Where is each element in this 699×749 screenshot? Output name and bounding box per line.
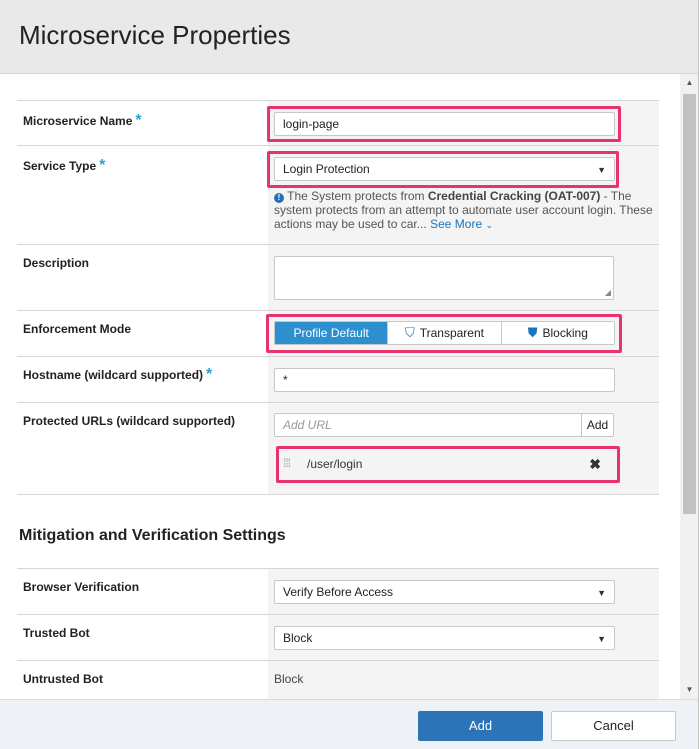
dialog-body: Microservice Name * login-page Service Ty…: [0, 74, 680, 699]
hostname-input[interactable]: *: [274, 368, 615, 392]
field-label: Description: [23, 256, 90, 270]
add-button[interactable]: Add: [418, 711, 543, 741]
description-textarea[interactable]: ◢: [274, 256, 614, 300]
highlight-box: [267, 106, 621, 142]
row-trusted-bot: Trusted Bot Block ▼: [17, 614, 659, 660]
required-marker: *: [99, 157, 106, 174]
row-untrusted-bot: Untrusted Bot Block: [17, 660, 659, 699]
field-label: Enforcement Mode: [23, 322, 132, 336]
section-divider: [17, 494, 659, 495]
add-url-input[interactable]: Add URL: [274, 413, 582, 437]
add-url-button[interactable]: Add: [581, 413, 614, 437]
trusted-bot-value: Block: [283, 631, 313, 645]
field-label: Hostname (wildcard supported) *: [23, 366, 213, 383]
info-icon: !: [274, 193, 284, 203]
field-label: Browser Verification: [23, 580, 140, 594]
chevron-down-icon: ⌄: [485, 220, 494, 230]
row-hostname: Hostname (wildcard supported) * *: [17, 356, 659, 402]
field-area: [268, 661, 659, 699]
highlight-box: [276, 446, 620, 483]
vertical-scrollbar[interactable]: ▲ ▼: [680, 74, 699, 699]
row-microservice-name: Microservice Name * login-page: [17, 100, 659, 145]
mitigation-section-title: Mitigation and Verification Settings: [19, 527, 286, 544]
highlight-box: [267, 151, 619, 188]
row-protected-urls: Protected URLs (wildcard supported) Add …: [17, 402, 659, 494]
required-marker: *: [206, 366, 213, 383]
dialog-title: Microservice Properties: [19, 20, 291, 50]
field-label: Untrusted Bot: [23, 672, 103, 686]
field-label: Protected URLs (wildcard supported): [23, 414, 236, 428]
scroll-thumb[interactable]: [683, 94, 696, 514]
field-label: Service Type *: [23, 157, 106, 174]
row-enforcement-mode: Enforcement Mode Profile Default ⛉ Transp…: [17, 310, 659, 356]
field-label: Microservice Name *: [23, 112, 142, 129]
info-prefix: The System protects from: [287, 189, 428, 203]
dialog-header: Microservice Properties: [0, 0, 699, 74]
trusted-bot-select[interactable]: Block ▼: [274, 626, 615, 650]
cancel-button[interactable]: Cancel: [551, 711, 676, 741]
chevron-down-icon: ▼: [597, 634, 606, 644]
info-attack-name: Credential Cracking (OAT-007): [427, 189, 601, 203]
untrusted-bot-value: Block: [274, 672, 304, 686]
scroll-down-icon[interactable]: ▼: [680, 681, 699, 699]
required-marker: *: [135, 112, 142, 129]
dialog-footer: Add Cancel: [0, 699, 699, 749]
chevron-down-icon: ▼: [597, 588, 606, 598]
row-browser-verification: Browser Verification Verify Before Acces…: [17, 568, 659, 614]
see-more-link[interactable]: See More ⌄: [430, 217, 493, 231]
browser-verification-value: Verify Before Access: [283, 585, 394, 599]
scroll-up-icon[interactable]: ▲: [680, 74, 699, 92]
row-description: Description ◢: [17, 244, 659, 310]
resize-grip-icon[interactable]: ◢: [605, 288, 611, 297]
highlight-box: [266, 314, 622, 353]
row-service-type: Service Type * Login Protection ▼ ! The S…: [17, 145, 659, 244]
field-label: Trusted Bot: [23, 626, 90, 640]
service-type-info: ! The System protects from Credential Cr…: [274, 189, 659, 232]
browser-verification-select[interactable]: Verify Before Access ▼: [274, 580, 615, 604]
